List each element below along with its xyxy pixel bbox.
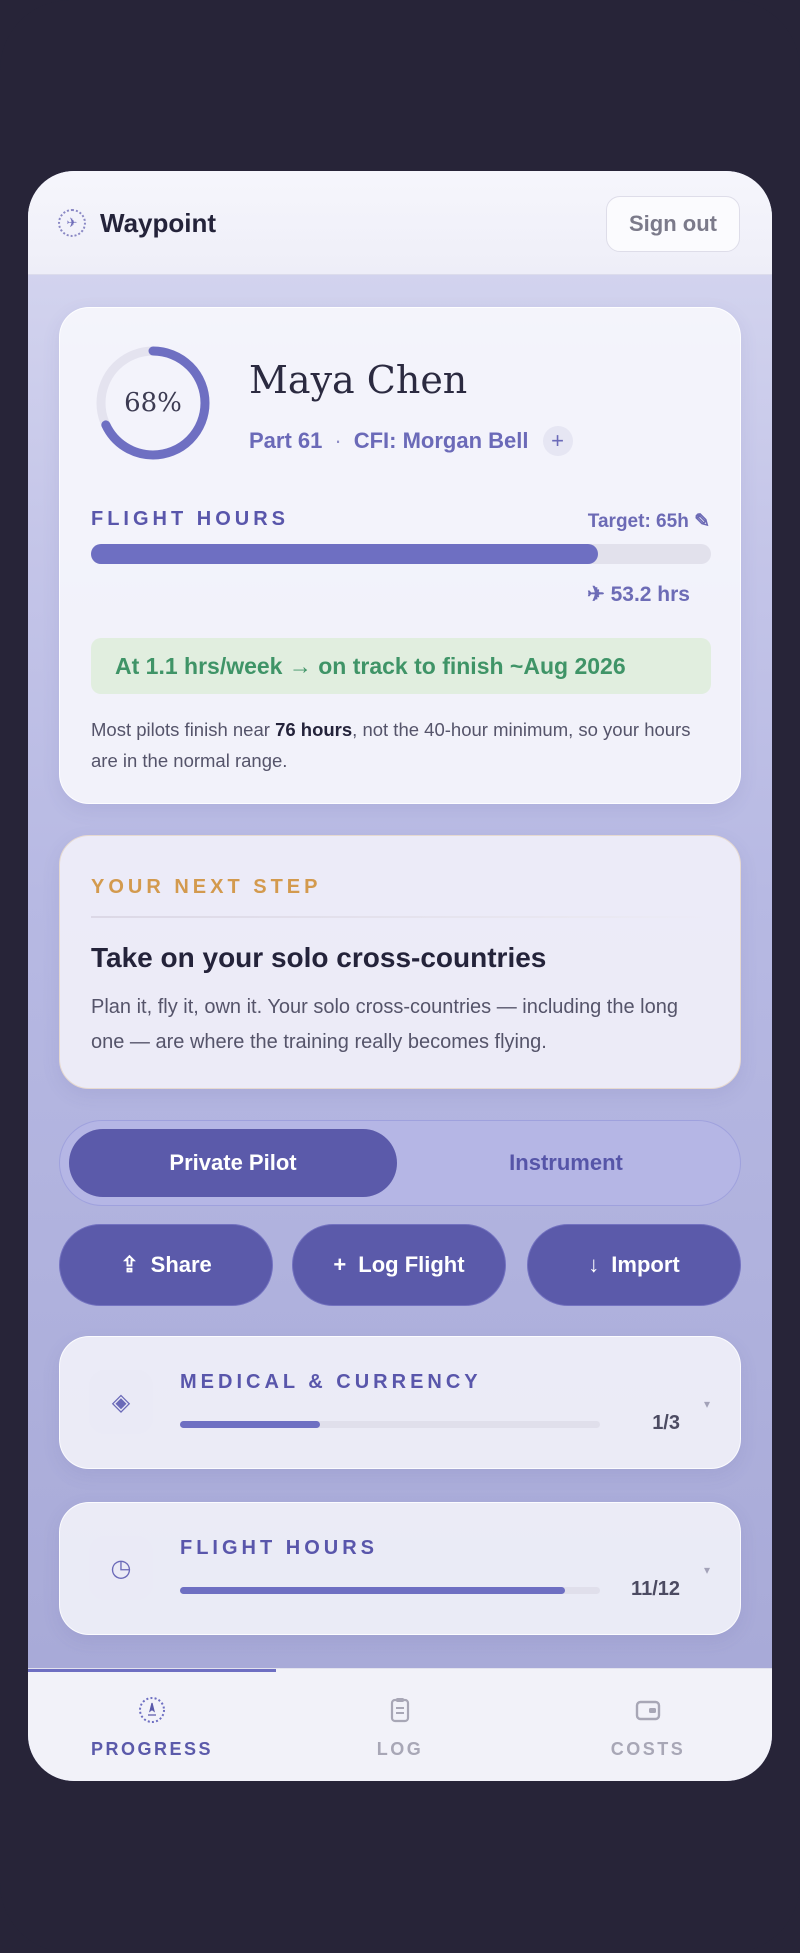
wallet-icon xyxy=(633,1695,663,1725)
section-progress-track xyxy=(180,1587,600,1594)
import-label: Import xyxy=(611,1252,680,1277)
next-step-title: Take on your solo cross-countries xyxy=(91,942,547,973)
instructor-name: CFI: Morgan Bell xyxy=(353,428,529,453)
bottom-nav: PROGRESS LOG COSTS xyxy=(28,1668,772,1781)
next-step-label: YOUR NEXT STEP xyxy=(91,876,322,898)
action-row: ⇪ Share + Log Flight ↓ Import xyxy=(59,1224,743,1306)
training-part: Part 61 xyxy=(249,428,323,453)
section-progress-fill xyxy=(180,1587,566,1594)
clipboard-icon xyxy=(385,1695,415,1725)
flight-hours-progress-fill xyxy=(91,544,599,564)
section-progress-track xyxy=(180,1421,600,1428)
log-flight-button[interactable]: + Log Flight xyxy=(292,1224,506,1306)
chevron-down-icon[interactable]: ▾ xyxy=(704,1397,710,1411)
on-track-banner: At 1.1 hrs/week → on track to finish ~Au… xyxy=(91,638,711,694)
next-step-divider xyxy=(91,916,711,918)
section-count: 1/3 xyxy=(652,1412,680,1434)
nav-progress-label: PROGRESS xyxy=(90,1739,214,1759)
meta-separator: · xyxy=(334,428,342,453)
note-highlight: 76 hours xyxy=(275,719,353,740)
nav-progress[interactable]: PROGRESS xyxy=(28,1669,276,1781)
compass-icon: ✈ xyxy=(58,209,86,237)
nav-costs[interactable]: COSTS xyxy=(524,1669,772,1781)
nav-log[interactable]: LOG xyxy=(276,1669,524,1781)
share-button[interactable]: ⇪ Share xyxy=(59,1224,273,1306)
flight-hours-progress-track xyxy=(91,544,711,564)
app-header: ✈ Waypoint Sign out xyxy=(28,171,772,275)
share-label: Share xyxy=(150,1252,212,1277)
next-step-body: Plan it, fly it, own it. Your solo cross… xyxy=(91,996,678,1053)
add-instructor-button[interactable]: + xyxy=(542,426,573,456)
section-medical-currency[interactable]: ◈ MEDICAL & CURRENCY 1/3 ▾ xyxy=(59,1336,741,1469)
section-count: 11/12 xyxy=(631,1578,680,1600)
log-flight-label: Log Flight xyxy=(358,1252,465,1277)
pilot-meta: Part 61 · CFI: Morgan Bell + xyxy=(249,426,573,456)
progress-percent: 68% xyxy=(124,388,182,418)
app-screen: ✈ Waypoint Sign out 68% Maya Chen Part 6… xyxy=(28,171,772,1781)
section-title: FLIGHT HOURS xyxy=(180,1537,378,1559)
hours-note: Most pilots finish near 76 hours, not th… xyxy=(91,714,691,776)
app-name: Waypoint xyxy=(100,208,217,238)
clock-icon: ◷ xyxy=(89,1536,153,1600)
share-icon: ⇪ xyxy=(120,1252,139,1277)
chevron-down-icon[interactable]: ▾ xyxy=(704,1563,710,1577)
import-button[interactable]: ↓ Import xyxy=(527,1224,741,1306)
profile-card: 68% Maya Chen Part 61 · CFI: Morgan Bell… xyxy=(59,307,741,804)
nav-log-label: LOG xyxy=(376,1739,424,1759)
flight-hours-label: FLIGHT HOURS xyxy=(91,508,289,530)
medical-diamond-icon: ◈ xyxy=(89,1370,153,1434)
section-title: MEDICAL & CURRENCY xyxy=(180,1371,482,1393)
tab-instrument[interactable]: Instrument xyxy=(402,1129,730,1197)
section-flight-hours[interactable]: ◷ FLIGHT HOURS 11/12 ▾ xyxy=(59,1502,741,1635)
tab-private-pilot[interactable]: Private Pilot xyxy=(69,1129,397,1197)
download-icon: ↓ xyxy=(588,1252,600,1277)
next-step-card[interactable]: YOUR NEXT STEP Take on your solo cross-c… xyxy=(59,835,741,1089)
sign-out-button[interactable]: Sign out xyxy=(606,196,740,252)
nav-costs-label: COSTS xyxy=(610,1739,686,1759)
target-hours-edit[interactable]: Target: 65h ✎ xyxy=(588,510,710,533)
device-frame: ✈ Waypoint Sign out 68% Maya Chen Part 6… xyxy=(0,0,800,1953)
certificate-toggle: Private Pilot Instrument xyxy=(59,1120,741,1206)
pilot-name: Maya Chen xyxy=(249,358,468,402)
logged-hours: ✈ 53.2 hrs xyxy=(587,583,690,606)
note-text-start: Most pilots finish near xyxy=(91,719,276,740)
section-progress-fill xyxy=(180,1421,320,1428)
plus-icon: + xyxy=(333,1252,347,1277)
compass-icon xyxy=(137,1695,167,1725)
